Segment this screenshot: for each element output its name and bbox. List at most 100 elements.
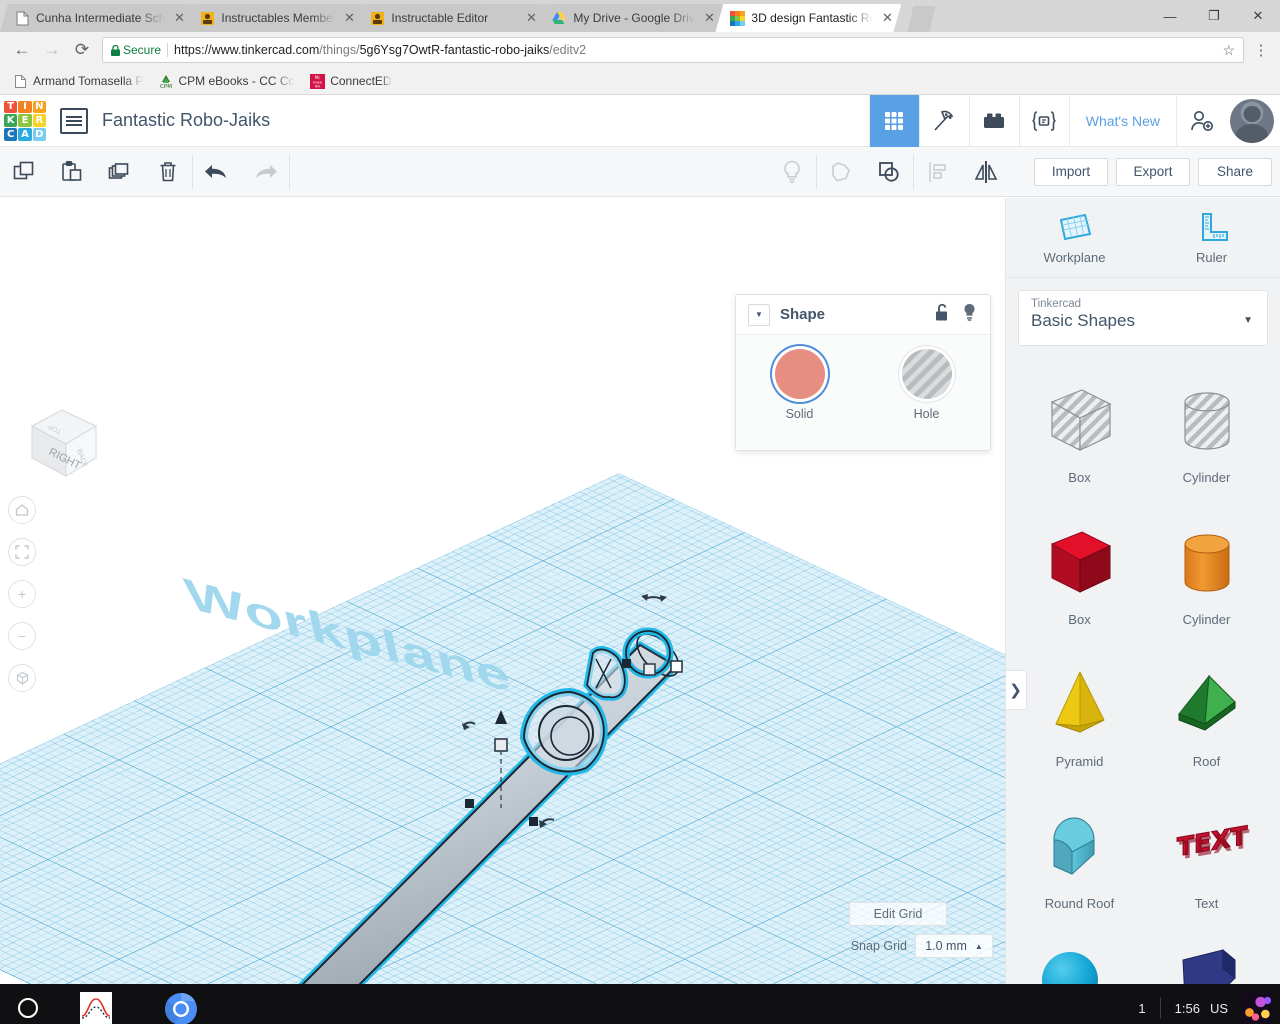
chrome-menu-icon[interactable]: ⋮ [1250,41,1272,59]
notification-count[interactable]: 1 [1138,1001,1145,1016]
whats-new-link[interactable]: What's New [1068,95,1176,147]
hole-swatch[interactable] [901,349,952,399]
view-cube[interactable]: RIGHT BACK TOP [18,404,104,486]
browser-tab[interactable]: My Drive - Google Drive ✕ [537,4,723,32]
grid-view-icon[interactable] [868,95,919,147]
reload-button[interactable]: ⟳ [68,36,96,64]
duplicate-icon[interactable] [96,147,144,197]
scale-handle[interactable] [465,799,474,808]
edit-grid-button[interactable]: Edit Grid [849,902,947,926]
rotate-handle[interactable] [462,721,476,730]
redo-arrow-icon[interactable] [241,147,289,197]
clock[interactable]: 1:56 [1175,1001,1200,1016]
header-actions: What's New [868,95,1280,147]
lego-brick-icon[interactable] [968,95,1019,147]
selected-ring-shape[interactable] [519,687,608,776]
close-window-button[interactable]: ✕ [1236,0,1280,32]
group-icon[interactable] [865,147,913,197]
shape-item-text[interactable]: TEXT TEXT Text [1143,788,1270,926]
import-button[interactable]: Import [1034,157,1108,186]
chrome-browser-icon[interactable] [164,992,197,1024]
zoom-in-button[interactable]: + [8,580,36,608]
project-menu-icon[interactable] [60,107,88,134]
shape-item-sphere[interactable]: Sphere [1016,930,1143,984]
minecraft-pickaxe-icon[interactable] [918,95,969,147]
trash-icon[interactable] [144,147,192,197]
shape-item-roof[interactable]: Roof [1143,646,1270,784]
logo-tile: D [32,127,46,141]
bookmark-item[interactable]: CPM CPM eBooks - CC Co [152,71,302,91]
copy-icon[interactable] [0,147,48,197]
solid-swatch[interactable] [774,349,825,399]
mirror-icon[interactable] [962,147,1010,197]
bookmark-label: CPM eBooks - CC Co [178,74,296,88]
tab-close-icon[interactable]: ✕ [701,10,717,26]
back-button[interactable]: ← [8,36,36,64]
ortho-perspective-toggle-button[interactable] [8,664,36,692]
ungroup-icon[interactable] [817,147,865,197]
sidebar-item-workplane[interactable]: Workplane [1006,198,1143,277]
keyboard-layout-indicator[interactable]: US [1210,1001,1228,1016]
paste-icon[interactable] [48,147,96,197]
shape-item-box-hole[interactable]: Box [1016,362,1143,500]
launcher-circle-icon[interactable] [18,998,38,1018]
unlocked-padlock-icon[interactable] [934,303,951,327]
bookmark-item[interactable]: Mc Graw Hill ConnectED [303,71,397,91]
page-title[interactable]: Fantastic Robo-Jaiks [102,110,270,131]
minimize-button[interactable]: — [1148,0,1192,32]
scale-handle[interactable] [643,663,656,676]
codeblocks-icon[interactable] [1018,95,1069,147]
lightbulb-icon[interactable] [768,147,816,197]
scale-handle[interactable] [529,817,538,826]
browser-tab[interactable]: Instructables Member : 6 ✕ [185,4,363,32]
browser-tab-active[interactable]: 3D design Fantastic Rob ✕ [715,4,901,32]
shape-library-select[interactable]: Tinkercad Basic Shapes ▼ [1018,290,1268,346]
address-bar[interactable]: Secure https://www.tinkercad.com/things/… [102,37,1244,63]
align-icon[interactable] [914,147,962,197]
browser-tab[interactable]: Instructable Editor ✕ [355,4,545,32]
library-owner: Tinkercad [1031,298,1082,310]
rotate-handle[interactable] [539,818,555,828]
bookmark-item[interactable]: Armand Tomasella P [6,71,150,91]
bookmarks-bar: Armand Tomasella P CPM CPM eBooks - CC C… [0,68,1280,95]
fit-to-view-button[interactable] [8,538,36,566]
tinkercad-logo[interactable]: T I N K E R C A D [2,99,48,143]
scale-handle[interactable] [622,659,631,668]
shape-item-pyramid[interactable]: Pyramid [1016,646,1143,784]
forward-button[interactable]: → [38,36,66,64]
tab-close-icon[interactable]: ✕ [341,10,357,26]
graph-app-icon[interactable] [80,992,112,1024]
undo-arrow-icon[interactable] [193,147,241,197]
browser-tab[interactable]: Cunha Intermediate Sch ✕ [0,4,193,32]
zoom-out-button[interactable]: − [8,622,36,650]
add-person-icon[interactable] [1176,95,1226,147]
tab-close-icon[interactable]: ✕ [879,10,895,26]
export-button[interactable]: Export [1116,157,1190,186]
shape-item-cylinder[interactable]: Cylinder [1143,504,1270,642]
tab-close-icon[interactable]: ✕ [171,10,187,26]
lightbulb-icon[interactable] [961,302,978,327]
new-tab-button[interactable] [907,6,935,32]
sidebar-item-ruler[interactable]: Ruler [1143,198,1280,277]
shape-option-solid[interactable]: Solid [752,349,848,421]
status-area[interactable]: 1 1:56 US [1138,984,1272,1024]
selected-small-shape[interactable] [583,646,629,701]
home-view-button[interactable] [8,496,36,524]
snap-grid-select[interactable]: 1.0 mm ▲ [915,934,993,958]
shape-item-wedge[interactable]: Wedge [1143,930,1270,984]
shape-properties-panel: ▼ Shape Solid Hole [735,294,991,451]
avatar[interactable] [1230,98,1274,143]
chevron-down-icon[interactable]: ▼ [748,303,770,326]
scale-handle[interactable] [670,660,683,673]
collapse-panel-button[interactable]: ❯ [1006,670,1027,710]
rotate-handle[interactable] [641,594,667,602]
shape-item-cylinder-hole[interactable]: Cylinder [1143,362,1270,500]
tab-close-icon[interactable]: ✕ [523,10,539,26]
share-button[interactable]: Share [1198,157,1272,186]
shape-option-hole[interactable]: Hole [879,349,975,421]
shape-item-box[interactable]: Box [1016,504,1143,642]
status-area-avatar[interactable] [1242,993,1272,1023]
maximize-button[interactable]: ❐ [1192,0,1236,32]
shape-item-round-roof[interactable]: Round Roof [1016,788,1143,926]
bookmark-star-icon[interactable]: ☆ [1222,42,1235,59]
